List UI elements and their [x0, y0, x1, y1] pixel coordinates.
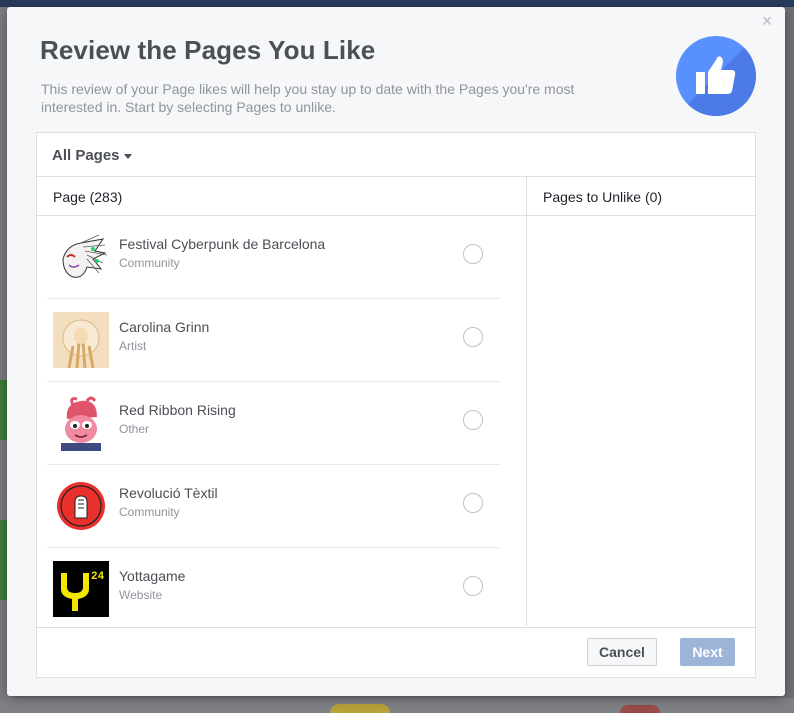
unlike-radio[interactable]: [463, 410, 483, 430]
page-category: Community: [119, 505, 180, 519]
liked-pages-header-label: Page (283): [53, 189, 123, 205]
list-item[interactable]: Red Ribbon Rising Other: [47, 382, 500, 465]
background-decoration: [330, 704, 390, 713]
page-category: Other: [119, 422, 150, 436]
pages-to-unlike-header: Pages to Unlike (0): [527, 177, 755, 216]
page-name: Festival Cyberpunk de Barcelona: [119, 236, 326, 252]
dialog-footer: Cancel Next: [37, 627, 755, 678]
liked-pages-list: Festival Cyberpunk de Barcelona Communit…: [37, 216, 526, 630]
dialog-title: Review the Pages You Like: [40, 35, 376, 65]
dialog-subtitle: This review of your Page likes will help…: [41, 81, 575, 115]
background-page-bottom: [0, 698, 794, 713]
red-ribbon-rising-avatar-icon: [53, 395, 109, 451]
page-name: Red Ribbon Rising: [119, 402, 236, 418]
unlike-radio[interactable]: [463, 327, 483, 347]
background-decoration: [620, 705, 660, 713]
liked-pages-header: Page (283): [37, 177, 526, 216]
page-category: Website: [119, 588, 163, 602]
page-name: Revolució Tèxtil: [119, 485, 218, 501]
page-category: Community: [119, 256, 180, 270]
list-item[interactable]: 24 Yottagame Website: [47, 548, 500, 630]
all-pages-dropdown-label: All Pages: [52, 147, 120, 164]
list-item[interactable]: Revolució Tèxtil Community: [47, 465, 500, 548]
list-item[interactable]: Festival Cyberpunk de Barcelona Communit…: [47, 216, 500, 299]
liked-pages-column: Page (283) Festival Cyberpunk de Barcelo…: [37, 177, 527, 626]
pages-to-unlike-column: Pages to Unlike (0): [527, 177, 755, 626]
thumbs-up-icon: [676, 36, 756, 116]
yottagame-avatar-icon: 24: [53, 561, 109, 617]
filter-bar: All Pages: [37, 133, 755, 177]
page-name: Carolina Grinn: [119, 319, 210, 335]
background-top-bar: [0, 0, 794, 7]
unlike-radio[interactable]: [463, 244, 483, 264]
close-icon[interactable]: ×: [759, 12, 775, 30]
unlike-radio[interactable]: [463, 493, 483, 513]
pages-panel: All Pages Page (283) Festival Cyberpunk …: [36, 132, 756, 678]
unlike-radio[interactable]: [463, 576, 483, 596]
cancel-button[interactable]: Cancel: [587, 638, 657, 666]
page-name: Yottagame: [119, 568, 186, 584]
next-button[interactable]: Next: [680, 638, 735, 666]
festival-cyberpunk-avatar-icon: [53, 229, 109, 285]
pages-to-unlike-header-label: Pages to Unlike (0): [543, 189, 663, 205]
review-pages-dialog: × Review the Pages You Like This review …: [7, 7, 785, 696]
list-item[interactable]: Carolina Grinn Artist: [47, 299, 500, 382]
caret-down-icon: [123, 153, 132, 159]
revolucio-textil-avatar-icon: [53, 478, 109, 534]
carolina-grinn-avatar-icon: [53, 312, 109, 368]
page-category: Artist: [119, 339, 147, 353]
yottagame-logo-superscript: 24: [91, 571, 105, 583]
all-pages-dropdown[interactable]: All Pages: [52, 147, 132, 164]
